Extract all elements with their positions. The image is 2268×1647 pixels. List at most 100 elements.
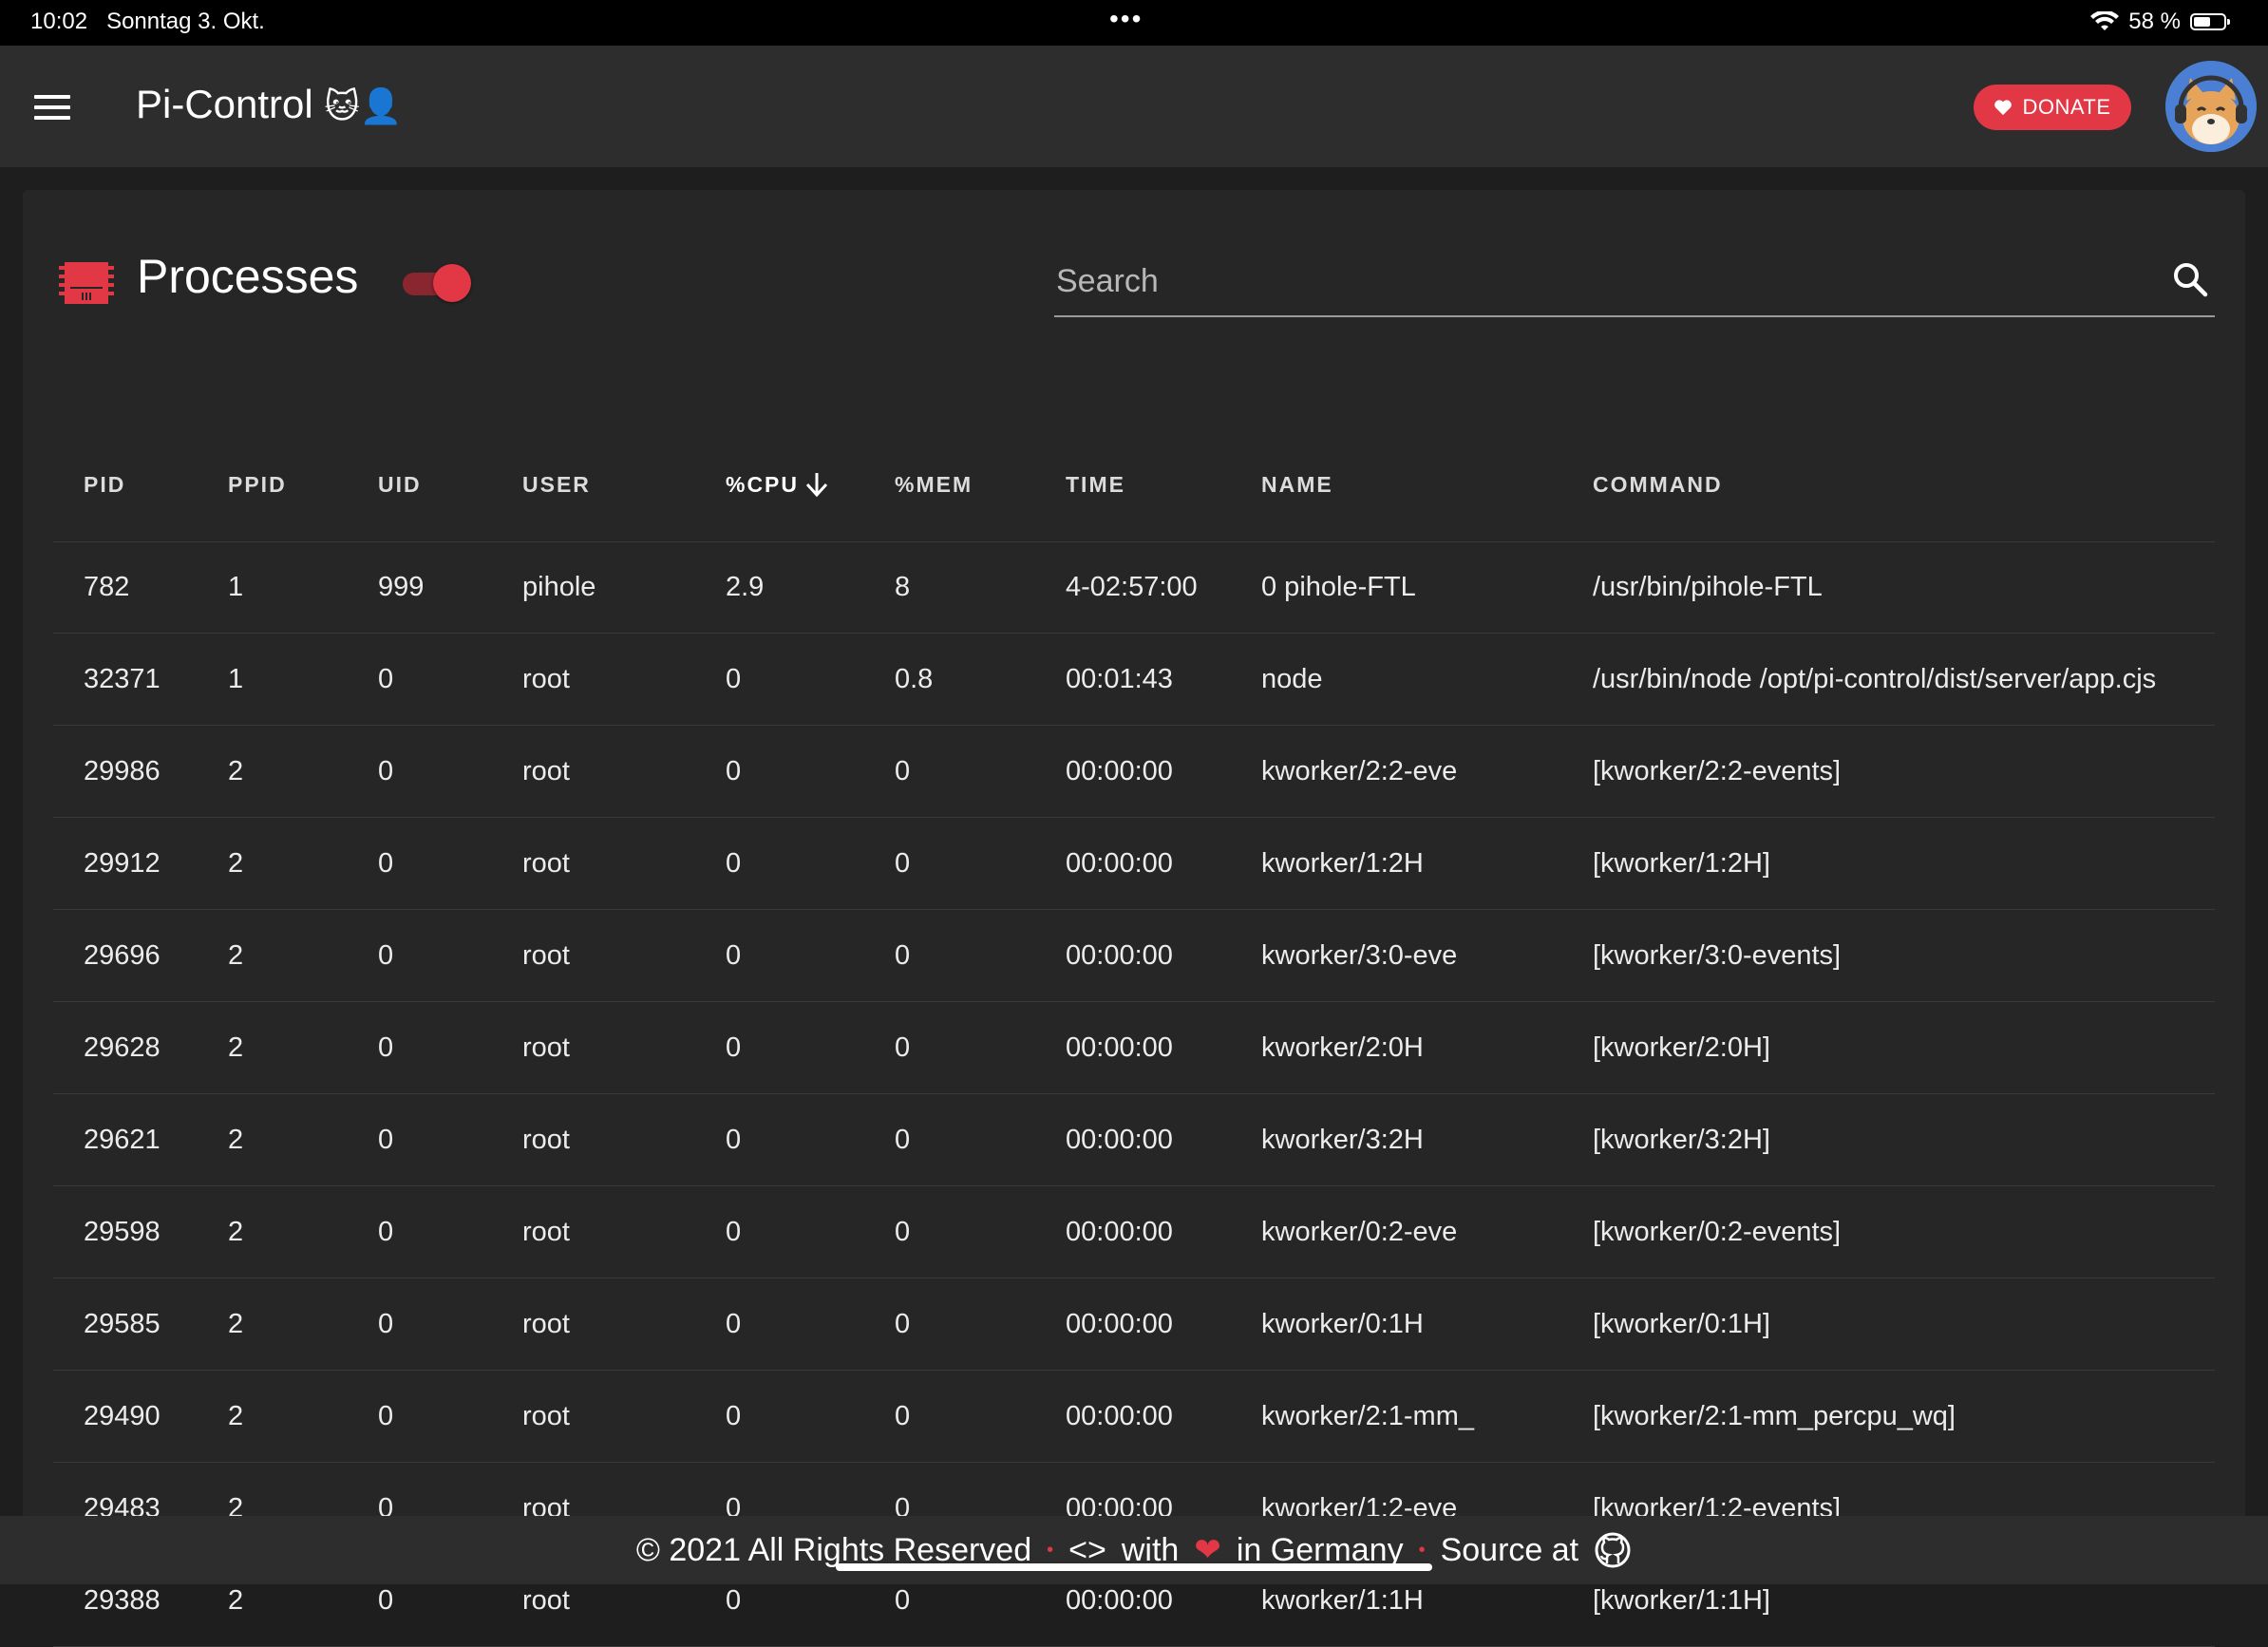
cell-ppid: 2 xyxy=(228,756,244,786)
cell-command: [kworker/2:1-mm_percpu_wq] xyxy=(1593,1401,1956,1431)
cell-pid: 29628 xyxy=(84,1032,161,1063)
avatar[interactable] xyxy=(2165,61,2257,152)
donate-button[interactable]: DONATE xyxy=(1974,85,2131,130)
battery-icon xyxy=(2190,13,2230,30)
column-header-ppid[interactable]: PPID xyxy=(228,427,287,541)
cell-time: 00:00:00 xyxy=(1066,1125,1173,1155)
github-icon[interactable] xyxy=(1594,1531,1632,1569)
cell-cpu: 2.9 xyxy=(726,572,765,602)
table-row[interactable]: 29621 2 0 root 0 0 00:00:00 kworker/3:2H [kworke… xyxy=(53,1094,2215,1186)
table-row[interactable]: 32371 1 0 root 0 0.8 00:01:43 node/usr/bin/node… xyxy=(53,634,2215,726)
cell-user: root xyxy=(522,664,570,694)
cell-uid: 0 xyxy=(378,940,394,971)
cell-mem: 0 xyxy=(895,1401,911,1431)
column-header-cpu[interactable]: %CPU xyxy=(726,427,829,541)
status-time-date: 10:02 Sonntag 3. Okt. xyxy=(30,9,265,35)
cell-time: 00:01:43 xyxy=(1066,664,1173,694)
cell-pid: 29986 xyxy=(84,756,161,786)
cell-name: kworker/3:2H xyxy=(1261,1125,1424,1155)
cell-pid: 29598 xyxy=(84,1217,161,1247)
cell-mem: 0 xyxy=(895,1032,911,1063)
cell-mem: 0 xyxy=(895,1125,911,1155)
table-row[interactable]: 29598 2 0 root 0 0 00:00:00 kworker/0:2-eve [kwo… xyxy=(53,1186,2215,1278)
cell-cpu: 0 xyxy=(726,1401,742,1431)
app-bar: Pi-Control 🐱👤 DONATE xyxy=(0,46,2268,167)
status-date: Sonntag 3. Okt. xyxy=(106,9,265,34)
footer-source-link[interactable]: Source at xyxy=(1441,1532,1579,1569)
auto-refresh-toggle[interactable] xyxy=(399,260,471,306)
column-header-command[interactable]: COMMAND xyxy=(1593,427,2201,541)
cell-command: /usr/bin/node /opt/pi-control/dist/serve… xyxy=(1593,664,2157,694)
table-row[interactable]: 29696 2 0 root 0 0 00:00:00 kworker/3:0-eve [kwo… xyxy=(53,910,2215,1002)
cell-name: kworker/0:1H xyxy=(1261,1309,1424,1339)
cell-name: kworker/2:0H xyxy=(1261,1032,1424,1063)
cell-mem: 0 xyxy=(895,1217,911,1247)
cell-uid: 0 xyxy=(378,1217,394,1247)
column-header-uid[interactable]: UID xyxy=(378,427,422,541)
cell-cpu: 0 xyxy=(726,1125,742,1155)
cell-command: [kworker/1:2H] xyxy=(1593,848,1770,879)
menu-icon[interactable] xyxy=(34,95,70,120)
table-row[interactable]: 782 1 999 pihole 2.9 8 4-02:57:00 0 pihole-FTL /… xyxy=(53,541,2215,634)
cell-uid: 999 xyxy=(378,572,425,602)
search-icon[interactable] xyxy=(2171,260,2209,298)
search-input[interactable] xyxy=(1054,256,2150,306)
cell-user: root xyxy=(522,1217,570,1247)
cell-uid: 0 xyxy=(378,848,394,879)
cell-user: root xyxy=(522,756,570,786)
column-header-time[interactable]: TIME xyxy=(1066,427,1208,541)
cell-ppid: 2 xyxy=(228,1309,244,1339)
column-header-cpu-label: %CPU xyxy=(726,472,800,497)
cell-name: 0 pihole-FTL xyxy=(1261,572,1416,602)
table-body: 782 1 999 pihole 2.9 8 4-02:57:00 0 pihole-FTL /… xyxy=(53,541,2215,1647)
app-title-text: Pi-Control xyxy=(136,82,313,126)
cell-pid: 29621 xyxy=(84,1125,161,1155)
cell-command: [kworker/3:0-events] xyxy=(1593,940,1842,971)
shiba-avatar-image xyxy=(2165,61,2257,152)
card-title: Processes xyxy=(137,250,359,303)
cell-cpu: 0 xyxy=(726,664,742,694)
cell-mem: 0 xyxy=(895,940,911,971)
cell-time: 00:00:00 xyxy=(1066,1401,1173,1431)
table-row[interactable]: 29490 2 0 root 0 0 00:00:00 kworker/2:1-mm_ [kwo… xyxy=(53,1371,2215,1463)
cell-user: root xyxy=(522,1032,570,1063)
cell-ppid: 1 xyxy=(228,664,244,694)
cell-cpu: 0 xyxy=(726,848,742,879)
table-row[interactable]: 29912 2 0 root 0 0 00:00:00 kworker/1:2H [kworke… xyxy=(53,818,2215,910)
multitask-dots[interactable]: ••• xyxy=(1109,4,1143,34)
cell-cpu: 0 xyxy=(726,1032,742,1063)
column-header-mem[interactable]: %MEM xyxy=(895,427,973,541)
cell-time: 4-02:57:00 xyxy=(1066,572,1198,602)
search-field[interactable] xyxy=(1054,247,2215,317)
table-header: PID PPID UID USER %CPU %MEM TIME NAME CO… xyxy=(53,427,2215,542)
footer-separator: • xyxy=(1418,1539,1426,1561)
column-header-pid[interactable]: PID xyxy=(84,427,125,541)
column-header-name[interactable]: NAME xyxy=(1261,427,1333,541)
cell-pid: 782 xyxy=(84,572,130,602)
cell-cpu: 0 xyxy=(726,940,742,971)
cell-command: [kworker/2:0H] xyxy=(1593,1032,1770,1063)
cell-pid: 29912 xyxy=(84,848,161,879)
processes-card: Processes PID PPID UID USER %CPU %MEM TI… xyxy=(23,190,2245,1647)
status-bar: 10:02 Sonntag 3. Okt. ••• 58 % xyxy=(0,0,2268,46)
status-right: 58 % xyxy=(2090,9,2230,35)
cell-user: root xyxy=(522,848,570,879)
sort-down-arrow-icon xyxy=(805,473,828,498)
table-row[interactable]: 29628 2 0 root 0 0 00:00:00 kworker/2:0H [kworke… xyxy=(53,1002,2215,1094)
footer: © 2021 All Rights Reserved • <> with ❤ i… xyxy=(0,1516,2268,1584)
cell-name: kworker/0:2-eve xyxy=(1261,1217,1458,1247)
cell-time: 00:00:00 xyxy=(1066,1309,1173,1339)
cell-cpu: 0 xyxy=(726,1309,742,1339)
column-header-user[interactable]: USER xyxy=(522,427,591,541)
cell-command: /usr/bin/pihole-FTL xyxy=(1593,572,1823,602)
cell-ppid: 2 xyxy=(228,1217,244,1247)
cell-ppid: 2 xyxy=(228,848,244,879)
table-row[interactable]: 29585 2 0 root 0 0 00:00:00 kworker/0:1H [kworke… xyxy=(53,1278,2215,1371)
cell-mem: 0 xyxy=(895,848,911,879)
cell-ppid: 1 xyxy=(228,572,244,602)
cell-uid: 0 xyxy=(378,1125,394,1155)
toggle-thumb xyxy=(433,264,471,302)
home-indicator[interactable] xyxy=(836,1563,1432,1571)
table-row[interactable]: 29986 2 0 root 0 0 00:00:00 kworker/2:2-eve [kwo… xyxy=(53,726,2215,818)
cell-time: 00:00:00 xyxy=(1066,940,1173,971)
